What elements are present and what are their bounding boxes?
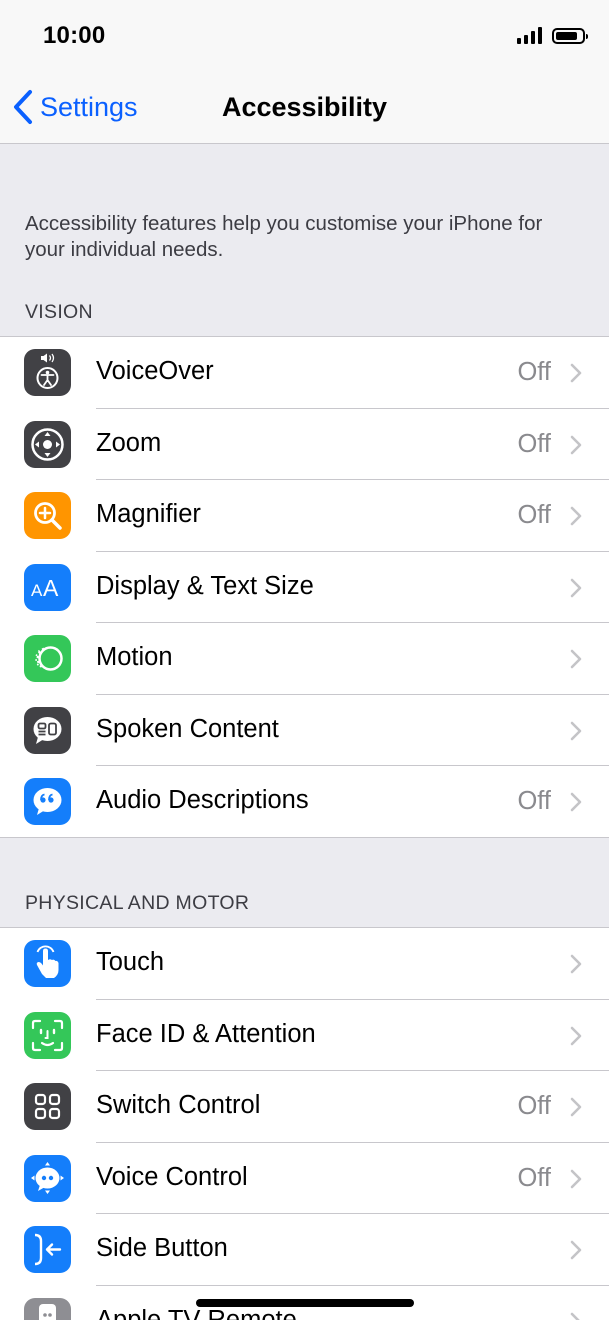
- settings-row-touch[interactable]: Touch: [0, 928, 609, 1000]
- row-value: Off: [517, 1092, 551, 1120]
- chevron-right-icon: [570, 435, 582, 454]
- row-label: Touch: [96, 948, 165, 976]
- navigation-bar: Settings Accessibility: [0, 75, 609, 144]
- row-label: Motion: [96, 643, 173, 671]
- row-label: Display & Text Size: [96, 571, 314, 600]
- settings-row-face-id-and-attention[interactable]: Face ID & Attention: [0, 1000, 609, 1071]
- chevron-right-icon: [570, 954, 582, 974]
- chevron-right-icon: [570, 1026, 582, 1045]
- row-label: Audio Descriptions: [96, 786, 309, 814]
- switch-control-icon: [24, 1083, 71, 1130]
- row-label: Face ID & Attention: [96, 1019, 316, 1048]
- row-value: Off: [517, 501, 551, 529]
- settings-group-vision: VoiceOver Off Zoom Off Magnifier Off A A Display…: [0, 336, 609, 838]
- zoom-icon: [24, 420, 71, 468]
- chevron-right-icon: [570, 363, 582, 383]
- settings-row-magnifier[interactable]: Magnifier Off: [0, 480, 609, 552]
- status-bar: 10:00: [0, 0, 609, 75]
- row-value: Off: [517, 787, 551, 815]
- section-header-vision: VISION: [25, 301, 93, 323]
- chevron-right-icon: [570, 578, 582, 597]
- display-text-size-icon: AA: [24, 563, 71, 611]
- audio-descriptions-icon: [24, 778, 71, 825]
- side-button-icon: [24, 1226, 71, 1273]
- chevron-right-icon: [570, 792, 582, 812]
- chevron-right-icon: [570, 649, 582, 669]
- battery-icon: [552, 27, 588, 44]
- row-value: Off: [517, 429, 551, 458]
- status-time: 10:00: [43, 22, 106, 49]
- row-label: Apple TV Remote: [96, 1305, 297, 1320]
- status-icons: [517, 27, 588, 44]
- apple-tv-remote-icon: [24, 1297, 71, 1320]
- row-label: Magnifier: [96, 500, 201, 528]
- motion-icon: [24, 635, 71, 682]
- settings-row-zoom[interactable]: Zoom Off: [0, 409, 609, 480]
- settings-group-physical-and-motor: Touch Face ID & Attention Switch Control Of…: [0, 927, 609, 1320]
- touch-icon: [24, 940, 71, 987]
- row-label: VoiceOver: [96, 357, 214, 385]
- spoken-content-icon: [24, 706, 71, 754]
- accessibility-screen: 10:00 Settings Accessibility Accessibili…: [0, 0, 609, 1320]
- chevron-right-icon: [570, 721, 582, 740]
- signal-bars-icon: [517, 27, 542, 44]
- chevron-right-icon: [570, 506, 582, 526]
- section-header-physical-and-motor: PHYSICAL AND MOTOR: [25, 892, 250, 914]
- chevron-right-icon: [570, 1240, 582, 1260]
- settings-row-motion[interactable]: Motion: [0, 623, 609, 695]
- row-value: Off: [517, 1163, 551, 1192]
- settings-row-voice-control[interactable]: Voice Control Off: [0, 1143, 609, 1214]
- row-label: Zoom: [96, 428, 162, 457]
- settings-row-spoken-content[interactable]: Spoken Content: [0, 695, 609, 766]
- voice-control-icon: [24, 1154, 71, 1202]
- home-indicator[interactable]: [196, 1299, 414, 1307]
- row-value: Off: [517, 358, 551, 386]
- settings-row-side-button[interactable]: Side Button: [0, 1214, 609, 1286]
- page-title: Accessibility: [221, 92, 388, 122]
- row-label: Side Button: [96, 1234, 228, 1262]
- face-id-icon: [24, 1011, 71, 1059]
- svg-text:A: A: [43, 575, 59, 601]
- settings-row-audio-descriptions[interactable]: Audio Descriptions Off: [0, 766, 609, 838]
- row-label: Voice Control: [96, 1162, 248, 1191]
- chevron-right-icon: [570, 1169, 582, 1188]
- settings-row-display-and-text-size[interactable]: A A Display & Text Size: [0, 552, 609, 623]
- settings-row-switch-control[interactable]: Switch Control Off: [0, 1071, 609, 1143]
- page-description: Accessibility features help you customis…: [25, 212, 543, 261]
- battery-fill: [556, 31, 578, 40]
- magnifier-icon: [24, 492, 71, 539]
- chevron-right-icon: [570, 1097, 582, 1117]
- row-label: Switch Control: [96, 1091, 261, 1119]
- chevron-right-icon: [570, 1312, 581, 1320]
- voiceover-icon: [24, 349, 71, 396]
- svg-text:A: A: [31, 581, 43, 600]
- settings-row-voiceover[interactable]: VoiceOver Off: [0, 337, 609, 409]
- row-label: Spoken Content: [96, 714, 279, 743]
